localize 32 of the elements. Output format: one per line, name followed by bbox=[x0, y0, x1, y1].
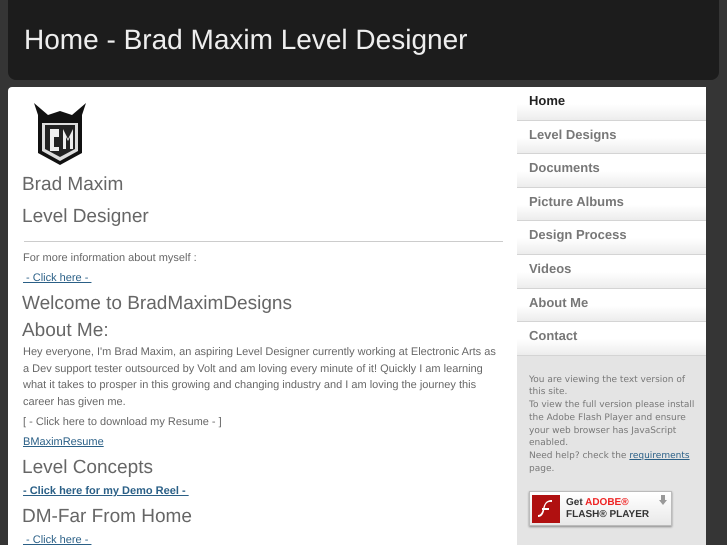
nav-item[interactable]: Videos bbox=[517, 254, 706, 289]
notice-text: To view the full version please install the Adobe Flash Player and ensure your web browser has JavaScript enabled. bbox=[529, 399, 696, 450]
notice-text: You are viewing the text version of this site. bbox=[529, 374, 686, 400]
badge-text: Get ADOBE® bbox=[566, 496, 630, 509]
badge-product: FLASH® PLAYER bbox=[566, 508, 650, 521]
nav-item[interactable]: About Me bbox=[517, 288, 706, 322]
text-link[interactable]: - Click here for my Demo Reel - bbox=[23, 483, 189, 499]
section-heading: Welcome to BradMaximDesigns bbox=[22, 292, 292, 316]
nav-item[interactable]: Picture Albums bbox=[517, 188, 706, 222]
nav-item[interactable]: Level Designs bbox=[517, 120, 706, 154]
intro-role: Level Designer bbox=[22, 205, 149, 229]
section-heading: About Me: bbox=[22, 319, 109, 343]
nav-item[interactable]: Home bbox=[517, 87, 706, 121]
text-link[interactable]: BMaximResume bbox=[23, 434, 104, 450]
nav-item[interactable]: Design Process bbox=[517, 221, 706, 255]
download-arrow-icon bbox=[659, 495, 667, 506]
monogram-logo-icon bbox=[32, 101, 88, 167]
page-title: Home - Brad Maxim Level Designer bbox=[24, 24, 468, 56]
flash-download-badge[interactable]: Get ADOBE® FLASH® PLAYER bbox=[529, 491, 672, 526]
flash-logo-icon bbox=[532, 494, 560, 523]
intro-name: Brad Maxim bbox=[22, 173, 124, 197]
text-link[interactable]: - Click here - bbox=[23, 532, 92, 545]
info-text: For more information about myself : bbox=[23, 251, 198, 266]
text-link[interactable]: - Click here - bbox=[23, 270, 92, 286]
nav-item[interactable]: Documents bbox=[517, 154, 706, 188]
about-paragraph: Hey everyone, I'm Brad Maxim, an aspiring Level Designer currently working at Electronic Arts as a Dev support tester outsourced by Volt and am loving every minute of it! Quickly I am learning what it takes to prosper in this growing and changing industry and I am loving the journey this career has given me. bbox=[23, 345, 497, 410]
nav-item[interactable]: Contact bbox=[517, 322, 706, 356]
requirements-link[interactable]: requirements bbox=[629, 450, 690, 461]
section-heading: DM-Far From Home bbox=[22, 505, 192, 529]
info-text: [ - Click here to download my Resume - ] bbox=[23, 415, 223, 430]
section-heading: Level Concepts bbox=[22, 456, 153, 480]
help-text: Need help? check the requirements page. bbox=[529, 450, 691, 476]
